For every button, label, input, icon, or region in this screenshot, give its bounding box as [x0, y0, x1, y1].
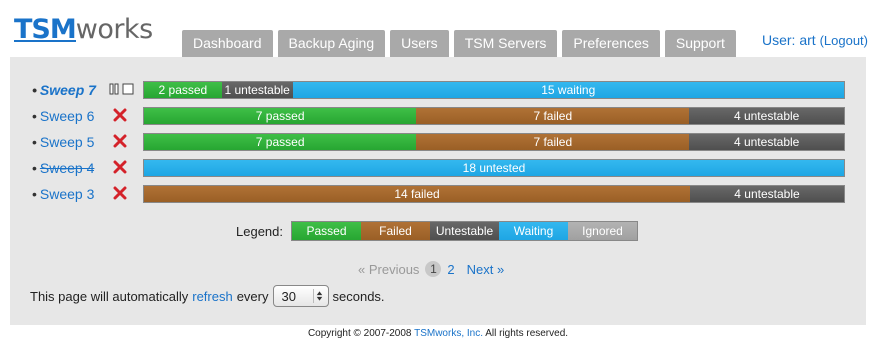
sweep-link[interactable]: • Sweep 6 [32, 106, 94, 126]
pause-stop-icon[interactable] [109, 83, 135, 95]
page-2-link[interactable]: 2 [447, 262, 454, 277]
select-arrows-icon [312, 289, 322, 303]
segment-passed: 7 passed [144, 134, 417, 150]
pagination: « Previous 1 2 Next » [358, 260, 504, 278]
current-page: 1 [425, 261, 442, 277]
sweep-row: • Sweep 5 7 passed 7 failed 4 untestable [10, 132, 866, 152]
legend-ignored: Ignored [568, 222, 637, 240]
sweep-progress-bar[interactable]: 7 passed 7 failed 4 untestable [143, 133, 845, 151]
sweep-progress-bar[interactable]: 7 passed 7 failed 4 untestable [143, 107, 845, 125]
bullet: • [32, 108, 37, 124]
legend-items: Passed Failed Untestable Waiting Ignored [291, 221, 638, 241]
sweep-progress-bar[interactable]: 14 failed 4 untestable [143, 185, 845, 203]
sweep-row: • Sweep 6 7 passed 7 failed 4 untestable [10, 106, 866, 126]
segment-failed: 7 failed [416, 134, 690, 150]
sweep-row: • Sweep 4 18 untested [10, 158, 866, 178]
red-x-icon[interactable] [113, 186, 127, 200]
legend-waiting: Waiting [499, 222, 568, 240]
logo-tsm-text: TSM [14, 14, 77, 45]
segment-failed: 14 failed [144, 186, 690, 202]
red-x-icon[interactable] [113, 134, 127, 148]
red-x-icon[interactable] [113, 160, 127, 174]
legend: Legend: Passed Failed Untestable Waiting… [236, 221, 638, 241]
segment-untestable: 4 untestable [689, 134, 844, 150]
sweep-row: • Sweep 7 2 passed 1 untestable 15 waitin… [10, 80, 866, 100]
sweep-link[interactable]: • Sweep 7 [32, 80, 96, 100]
segment-waiting: 15 waiting [292, 82, 844, 98]
refresh-interval-value: 30 [281, 288, 296, 304]
legend-failed: Failed [361, 222, 430, 240]
legend-passed: Passed [292, 222, 361, 240]
footer: Copyright © 2007-2008 TSMworks, Inc. All… [0, 328, 876, 339]
tab-support[interactable]: Support [664, 30, 736, 57]
footer-company-link[interactable]: TSMworks, Inc. [414, 328, 483, 339]
refresh-middle: every [236, 288, 269, 304]
segment-untested: 18 untested [144, 160, 844, 176]
sweep-label: Sweep 5 [39, 134, 95, 150]
refresh-suffix: seconds. [332, 288, 385, 304]
user-label: User: art [762, 32, 816, 48]
auto-refresh-line: This page will automatically refresh eve… [30, 285, 385, 307]
segment-failed: 7 failed [416, 108, 690, 124]
logout-link[interactable]: (Logout) [820, 33, 868, 48]
footer-copyright: Copyright © 2007-2008 [307, 328, 412, 339]
sweep-label: Sweep 4 [39, 160, 95, 176]
sweep-row: • Sweep 3 14 failed 4 untestable [10, 184, 866, 204]
refresh-prefix: This page will automatically [30, 288, 189, 304]
segment-untestable: 4 untestable [689, 108, 844, 124]
sweep-progress-bar[interactable]: 18 untested [143, 159, 845, 177]
tab-backup-aging[interactable]: Backup Aging [277, 30, 386, 57]
logo-works-text: works [75, 14, 153, 45]
tsmworks-logo[interactable]: TSMworks [14, 14, 153, 48]
next-page-link[interactable]: Next » [467, 262, 505, 277]
tab-dashboard[interactable]: Dashboard [182, 30, 273, 57]
previous-page-link: « Previous [358, 261, 420, 277]
sweep-label: Sweep 7 [39, 82, 96, 98]
legend-label: Legend: [236, 223, 283, 239]
tab-tsm-servers[interactable]: TSM Servers [453, 30, 558, 57]
bullet: • [32, 134, 37, 150]
tab-users[interactable]: Users [390, 30, 449, 57]
bullet: • [32, 160, 37, 176]
refresh-link[interactable]: refresh [192, 289, 232, 304]
refresh-interval-select[interactable]: 30 [272, 285, 329, 307]
segment-untestable: 1 untestable [221, 82, 293, 98]
bullet: • [32, 186, 37, 202]
sweep-link[interactable]: • Sweep 3 [32, 184, 94, 204]
sweep-link[interactable]: • Sweep 4 [32, 158, 94, 178]
sweep-link[interactable]: • Sweep 5 [32, 132, 94, 152]
red-x-icon[interactable] [113, 108, 127, 122]
segment-untestable: 4 untestable [690, 186, 844, 202]
sweep-label: Sweep 6 [39, 108, 95, 124]
user-info: User: art (Logout) [762, 32, 868, 48]
footer-rights: All rights reserved. [485, 328, 569, 339]
main-nav-tabs: Dashboard Backup Aging Users TSM Servers… [182, 30, 736, 57]
segment-passed: 7 passed [144, 108, 417, 124]
bullet: • [32, 82, 37, 98]
sweeps-panel: • Sweep 7 2 passed 1 untestable 15 waitin… [10, 57, 866, 325]
sweep-progress-bar[interactable]: 2 passed 1 untestable 15 waiting [143, 81, 845, 99]
tab-preferences[interactable]: Preferences [562, 30, 660, 57]
legend-untestable: Untestable [430, 222, 499, 240]
segment-passed: 2 passed [144, 82, 222, 98]
sweep-label: Sweep 3 [39, 186, 95, 202]
